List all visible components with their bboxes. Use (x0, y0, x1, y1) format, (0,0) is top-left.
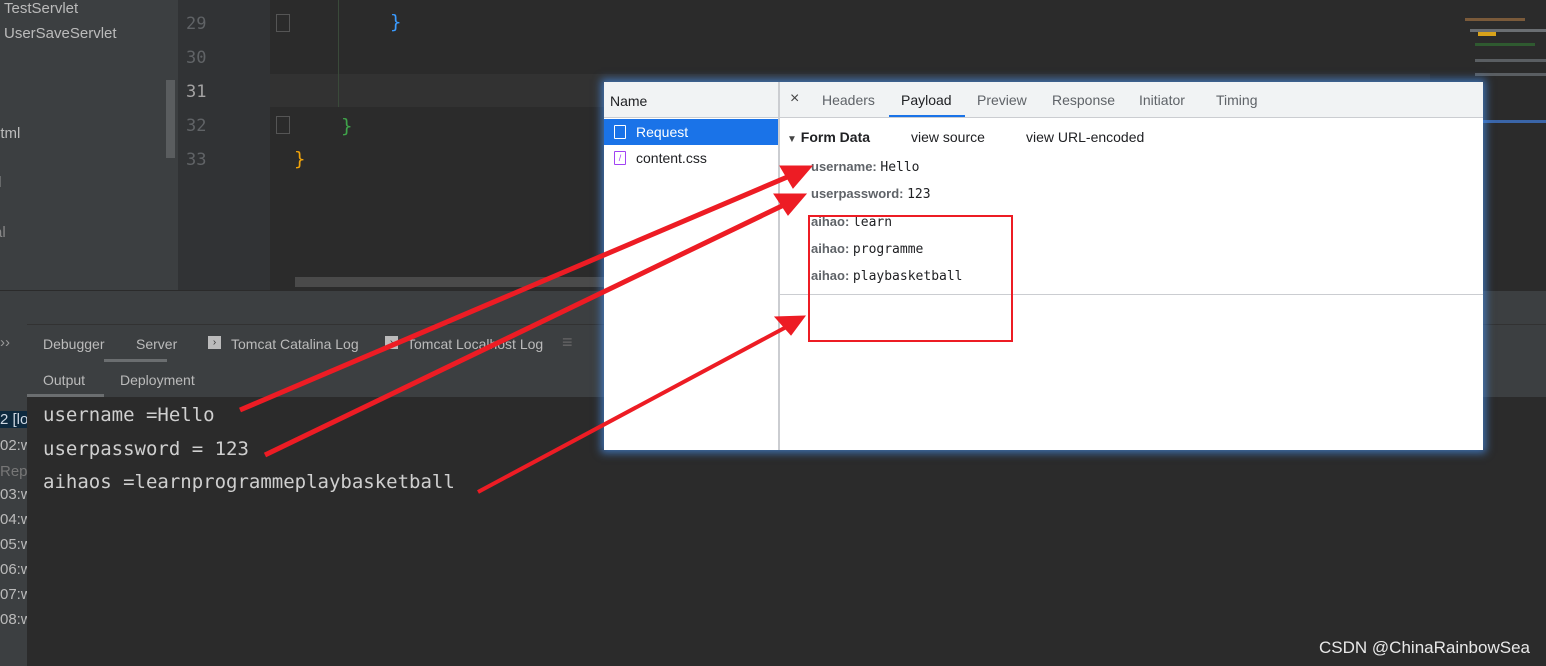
highlight-box (808, 215, 1013, 342)
annotation-overlay (239, 165, 1013, 494)
arrow-aihaos (477, 323, 791, 494)
annotation-arrows (239, 165, 814, 494)
arrow-username (239, 172, 793, 413)
arrowhead (773, 193, 808, 216)
watermark: CSDN @ChinaRainbowSea (1319, 638, 1530, 657)
arrow-userpassword (263, 200, 790, 458)
